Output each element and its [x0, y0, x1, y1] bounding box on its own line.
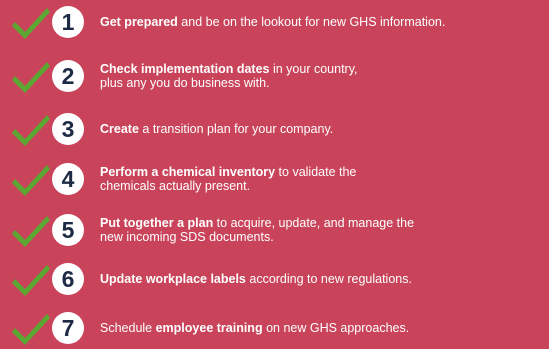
step-pre-text: Schedule — [100, 321, 156, 335]
step-5: 5 Put together a plan to acquire, update… — [0, 211, 549, 251]
step-4: 4 Perform a chemical inventory to valida… — [0, 160, 549, 200]
checkmark-icon — [12, 115, 50, 146]
checkmark-icon — [12, 314, 50, 345]
step-bold-text: employee training — [155, 321, 263, 335]
checkmark-icon — [12, 216, 50, 247]
step-number: 2 — [52, 60, 84, 92]
step-number: 5 — [52, 214, 84, 246]
step-rest-text: in your country, — [269, 62, 358, 76]
step-1: 1 Get prepared and be on the lookout for… — [0, 3, 549, 43]
step-text: Get prepared and be on the lookout for n… — [100, 15, 540, 29]
checkmark-icon — [12, 265, 50, 296]
step-text: Create a transition plan for your compan… — [100, 122, 540, 136]
step-number: 1 — [52, 6, 84, 38]
step-number: 7 — [52, 312, 84, 344]
step-bold-text: Put together a plan — [100, 216, 214, 230]
step-bold-text: Perform a chemical inventory — [100, 165, 276, 179]
checkmark-icon — [12, 62, 50, 93]
step-rest-text: to validate the — [275, 165, 357, 179]
step-rest-text: a transition plan for your company. — [138, 122, 334, 136]
step-6: 6 Update workplace labels according to n… — [0, 260, 549, 300]
step-bold-text: Get prepared — [100, 15, 178, 29]
step-rest-text: according to new regulations. — [245, 272, 412, 286]
checkmark-icon — [12, 165, 50, 196]
step-line-2: chemicals actually present. — [100, 179, 251, 193]
step-line-2: new incoming SDS documents. — [100, 230, 274, 244]
step-bold-text: Create — [100, 122, 139, 136]
step-rest-text: to acquire, update, and manage the — [213, 216, 415, 230]
step-text: Put together a plan to acquire, update, … — [100, 216, 540, 244]
step-2: 2 Check implementation dates in your cou… — [0, 57, 549, 97]
step-rest-text: on new GHS approaches. — [262, 321, 410, 335]
step-bold-text: Update workplace labels — [100, 272, 246, 286]
step-7: 7 Schedule employee training on new GHS … — [0, 309, 549, 349]
step-text: Update workplace labels according to new… — [100, 272, 540, 286]
step-number: 6 — [52, 263, 84, 295]
step-3: 3 Create a transition plan for your comp… — [0, 110, 549, 150]
step-number: 4 — [52, 163, 84, 195]
step-text: Schedule employee training on new GHS ap… — [100, 321, 540, 335]
step-rest-text: and be on the lookout for new GHS inform… — [177, 15, 446, 29]
step-text: Perform a chemical inventory to validate… — [100, 165, 540, 193]
step-number: 3 — [52, 113, 84, 145]
step-text: Check implementation dates in your count… — [100, 62, 540, 90]
step-bold-text: Check implementation dates — [100, 62, 270, 76]
checkmark-icon — [12, 8, 50, 39]
step-line-2: plus any you do business with. — [100, 76, 270, 90]
